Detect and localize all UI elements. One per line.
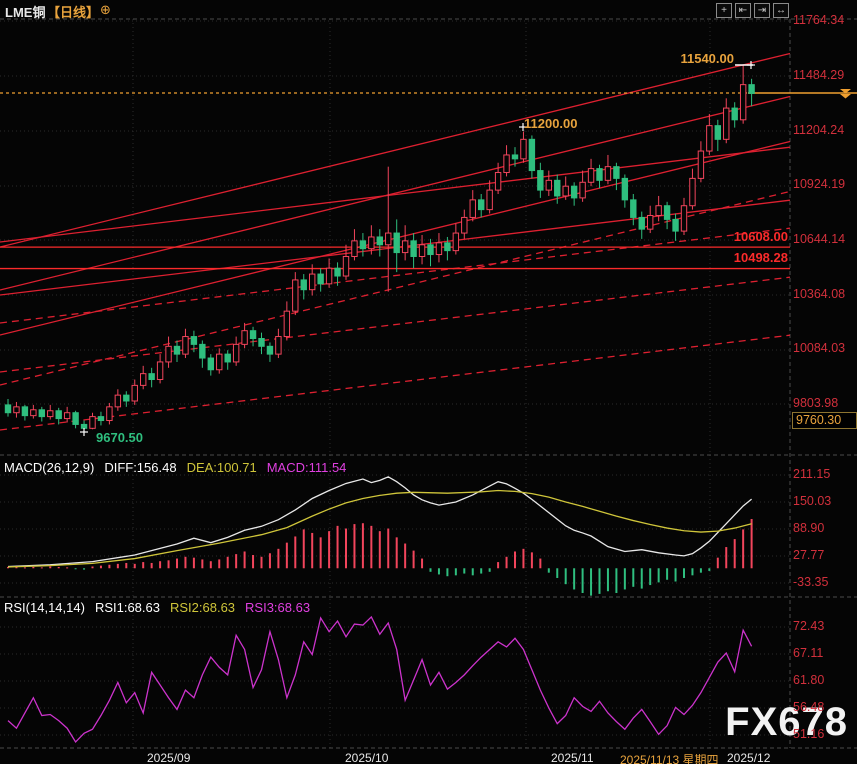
titlebar: LME铜 【日线】 ⊕ + ⇤ ⇥ ↔ xyxy=(0,0,857,19)
pan-tool-icon[interactable]: + xyxy=(716,3,732,18)
compress-x-axis-icon[interactable]: ⇤ xyxy=(735,3,751,18)
period-label: 【日线】 xyxy=(47,2,99,21)
trading-chart-app: LME铜 【日线】 ⊕ + ⇤ ⇥ ↔ MACD(26,12,9)DIFF:15… xyxy=(0,0,857,764)
add-indicator-icon[interactable]: ⊕ xyxy=(100,2,111,18)
fit-chart-icon[interactable]: ↔ xyxy=(773,3,789,18)
symbol-title: LME铜 xyxy=(5,2,45,21)
chart-toolbar: + ⇤ ⇥ ↔ xyxy=(716,3,789,18)
expand-x-axis-icon[interactable]: ⇥ xyxy=(754,3,770,18)
chart-canvas[interactable] xyxy=(0,0,857,764)
